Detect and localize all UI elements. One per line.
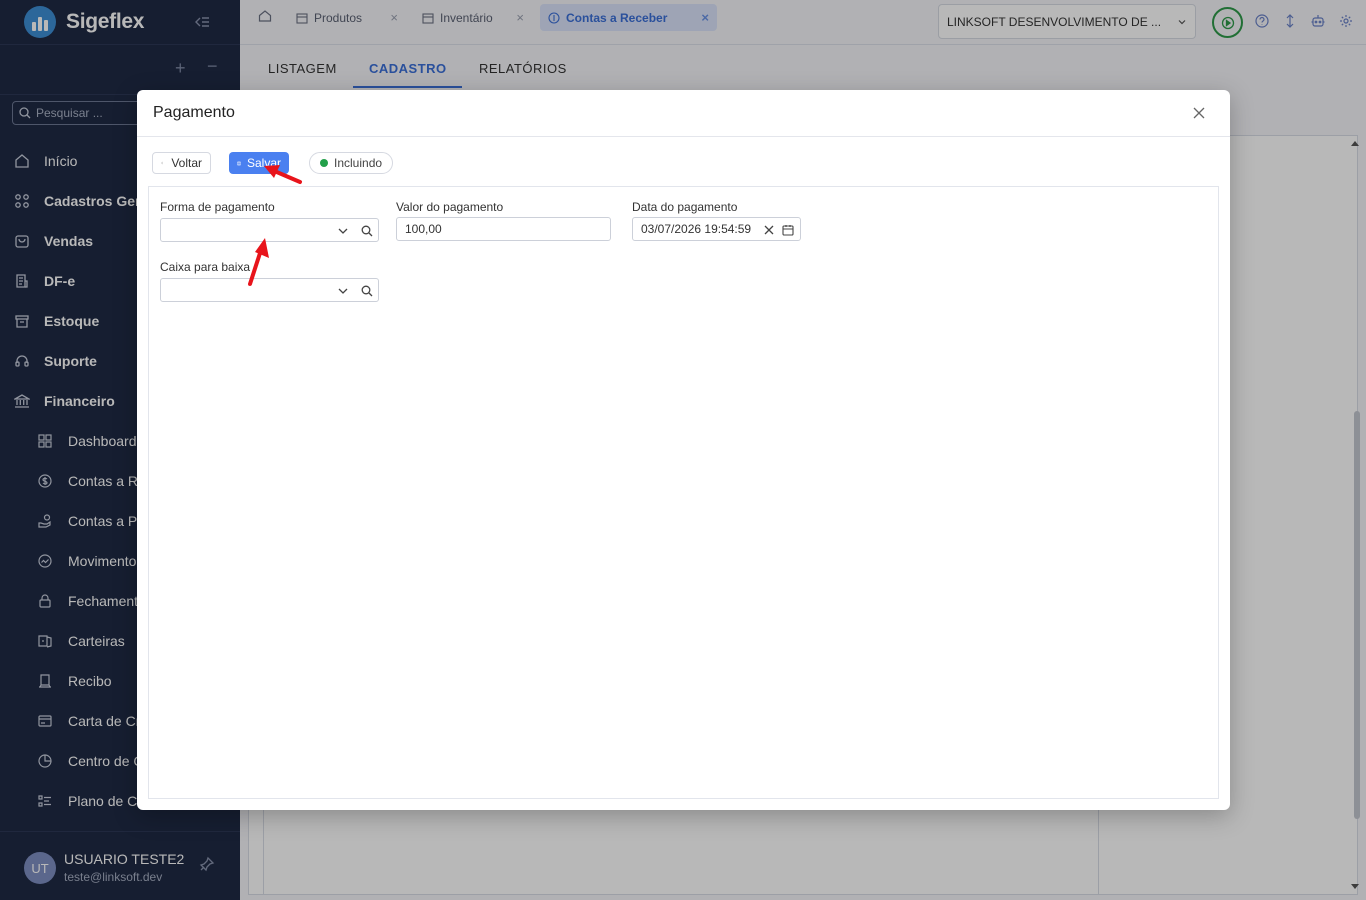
forma-pagamento-label: Forma de pagamento: [160, 200, 275, 214]
chevron-left-icon: [161, 161, 163, 165]
status-dot: [320, 159, 328, 167]
chevron-down-icon[interactable]: [337, 285, 349, 297]
valor-pagamento-input[interactable]: 100,00: [396, 217, 611, 241]
form-area: Forma de pagamento Valor do pagamento 10…: [148, 186, 1219, 799]
status-label: Incluindo: [334, 156, 383, 170]
modal-divider: [137, 136, 1230, 137]
status-badge: Incluindo: [309, 152, 393, 174]
search-icon[interactable]: [361, 285, 373, 297]
back-button[interactable]: Voltar: [152, 152, 211, 174]
close-icon[interactable]: [1192, 106, 1206, 120]
search-icon[interactable]: [361, 225, 373, 237]
data-pagamento-input[interactable]: 03/07/2026 19:54:59: [632, 217, 801, 241]
back-button-label: Voltar: [171, 156, 202, 170]
caixa-baixa-label: Caixa para baixa: [160, 260, 251, 274]
clear-icon[interactable]: [763, 224, 775, 236]
data-pagamento-value: 03/07/2026 19:54:59: [641, 222, 752, 236]
modal-title: Pagamento: [153, 104, 235, 121]
chevron-down-icon[interactable]: [337, 225, 349, 237]
valor-pagamento-label: Valor do pagamento: [396, 200, 504, 214]
valor-pagamento-value: 100,00: [405, 222, 442, 236]
save-icon: [237, 161, 241, 165]
annotation-arrow-icon: [264, 165, 302, 184]
payment-modal: Pagamento Voltar Salvar Incluindo Forma …: [137, 90, 1230, 810]
data-pagamento-label: Data do pagamento: [632, 200, 738, 214]
calendar-icon[interactable]: [782, 224, 794, 236]
annotation-arrow-icon: [248, 238, 269, 286]
